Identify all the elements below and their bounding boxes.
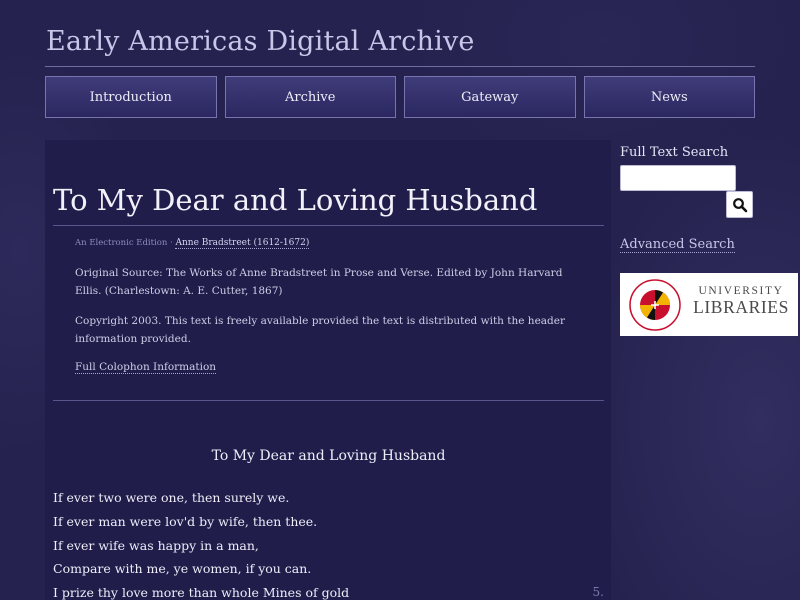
poem-line-1: If ever two were one, then surely we. (53, 490, 290, 505)
heading-divider (53, 225, 604, 226)
original-source-text: Original Source: The Works of Anne Brads… (75, 267, 563, 297)
page-title: To My Dear and Loving Husband (53, 183, 538, 217)
advanced-search-link[interactable]: Advanced Search (620, 237, 735, 253)
search-button[interactable] (726, 191, 753, 218)
edition-separator: · (170, 238, 173, 248)
poem-title: To My Dear and Loving Husband (211, 448, 446, 464)
copyright-text: Copyright 2003. This text is freely avai… (75, 315, 565, 345)
author-link[interactable]: Anne Bradstreet (1612-1672) (175, 238, 310, 249)
logo-line-libraries: LIBRARIES (693, 297, 789, 317)
full-colophon-link[interactable]: Full Colophon Information (75, 361, 217, 374)
search-input[interactable] (620, 165, 736, 191)
search-icon (732, 197, 747, 212)
main-nav: Introduction Archive Gateway News (45, 76, 755, 118)
university-libraries-logo[interactable]: UNIVERSITY LIBRARIES (620, 273, 798, 336)
full-text-search-label: Full Text Search (620, 145, 729, 160)
nav-gateway[interactable]: Gateway (404, 76, 576, 118)
edition-info: An Electronic Edition · Anne Bradstreet … (75, 238, 310, 249)
libraries-wordmark: UNIVERSITY LIBRARIES (688, 285, 794, 318)
nav-archive[interactable]: Archive (224, 76, 396, 118)
nav-introduction[interactable]: Introduction (45, 76, 217, 118)
maryland-seal-icon (629, 279, 681, 331)
poem-line-4: Compare with me, ye women, if you can. (53, 561, 312, 576)
poem-line-5: I prize thy love more than whole Mines o… (53, 585, 350, 600)
title-divider (45, 66, 755, 67)
edition-label: An Electronic Edition (75, 238, 168, 248)
section-divider (53, 400, 604, 401)
poem-line-3: If ever wife was happy in a man, (53, 538, 259, 553)
logo-line-university: UNIVERSITY (698, 285, 784, 297)
line-number: 5. (592, 585, 604, 599)
poem-line-2: If ever man were lov'd by wife, then the… (53, 514, 318, 529)
nav-news[interactable]: News (583, 76, 755, 118)
site-title[interactable]: Early Americas Digital Archive (46, 26, 475, 57)
